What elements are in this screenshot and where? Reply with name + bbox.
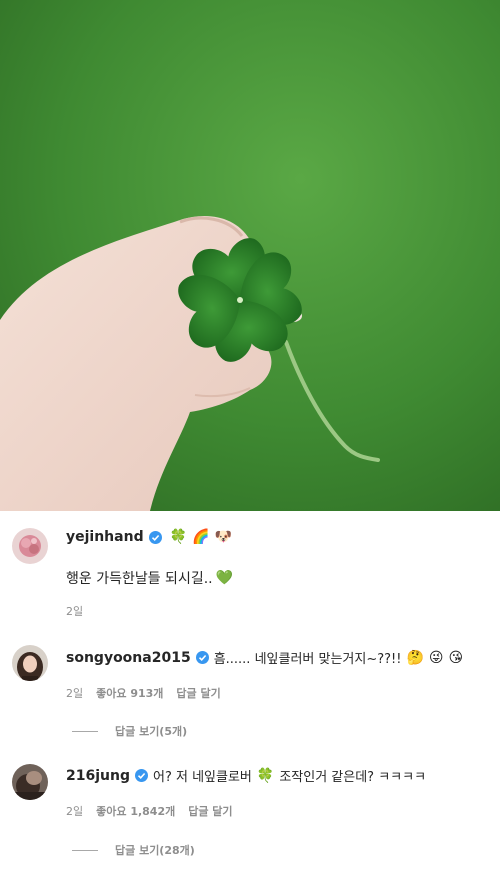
- comment-meta: 2일 좋아요 1,842개 답글 달기: [66, 803, 233, 819]
- reply-button[interactable]: 답글 달기: [188, 803, 232, 819]
- comment-yejinhand: yejinhand 🍀 🌈 🐶 행운 가득한날들 되시길.. 💚 2일: [0, 511, 500, 623]
- comment-meta: 2일: [66, 603, 83, 619]
- replies-divider: [72, 730, 98, 732]
- comment-meta: 2일 좋아요 913개 답글 달기: [66, 685, 221, 701]
- username[interactable]: songyoona2015: [66, 650, 191, 666]
- replies-divider: [72, 849, 98, 851]
- username[interactable]: 216jung: [66, 768, 130, 784]
- comment-216jung: 216jung 어? 저 네잎클로버 🍀 조작인거 같은데? ㅋㅋㅋㅋ 2일 좋…: [0, 748, 500, 877]
- view-replies-button[interactable]: 답글 보기(28개): [72, 842, 195, 858]
- comment-header: 216jung 어? 저 네잎클로버 🍀 조작인거 같은데? ㅋㅋㅋㅋ: [66, 766, 427, 786]
- winking-tongue-emoji: 😜: [428, 649, 444, 666]
- comment-body-continued: 조작인거 같은데? ㅋㅋㅋㅋ: [279, 770, 427, 785]
- reply-button[interactable]: 답글 달기: [176, 685, 220, 701]
- avatar[interactable]: [12, 764, 48, 800]
- comment-body: 어? 저 네잎클로버: [152, 770, 252, 785]
- view-replies-label: 답글 보기(28개): [115, 844, 195, 857]
- verified-badge-icon: [148, 530, 162, 544]
- avatar[interactable]: [12, 528, 48, 564]
- comment-time: 2일: [66, 687, 84, 700]
- post-photo: [0, 0, 500, 511]
- thinking-face-emoji: 🤔: [406, 649, 424, 666]
- four-leaf-clover-emoji: 🍀: [169, 529, 188, 545]
- face-blowing-kiss-emoji: 😘: [448, 649, 464, 666]
- rainbow-emoji: 🌈: [192, 529, 210, 545]
- comment-time: 2일: [66, 805, 84, 818]
- comment-songyoona2015: songyoona2015 흠...... 네잎클러버 맞는거지~??!! 🤔 …: [0, 623, 500, 748]
- username[interactable]: yejinhand: [66, 529, 144, 545]
- view-replies-button[interactable]: 답글 보기(5개): [72, 723, 187, 739]
- four-leaf-clover-emoji: 🍀: [256, 767, 275, 784]
- view-replies-label: 답글 보기(5개): [115, 725, 188, 738]
- comment-header: yejinhand 🍀 🌈 🐶: [66, 529, 232, 545]
- dog-face-emoji: 🐶: [214, 529, 232, 545]
- clover-photo-illustration: [0, 0, 500, 511]
- avatar[interactable]: [12, 645, 48, 681]
- green-heart-emoji: 💚: [215, 570, 234, 586]
- likes-count[interactable]: 좋아요 913개: [96, 685, 163, 701]
- comment-text: 행운 가득한날들 되시길.. 💚: [66, 568, 233, 588]
- verified-badge-icon: [195, 651, 209, 664]
- likes-count[interactable]: 좋아요 1,842개: [96, 803, 175, 819]
- comment-time: 2일: [66, 605, 84, 618]
- verified-badge-icon: [134, 769, 148, 782]
- comment-body: 행운 가득한날들 되시길..: [66, 571, 213, 587]
- comment-body: 흠...... 네잎클러버 맞는거지~??!!: [213, 652, 402, 667]
- comment-header: songyoona2015 흠...... 네잎클러버 맞는거지~??!! 🤔 …: [66, 648, 464, 668]
